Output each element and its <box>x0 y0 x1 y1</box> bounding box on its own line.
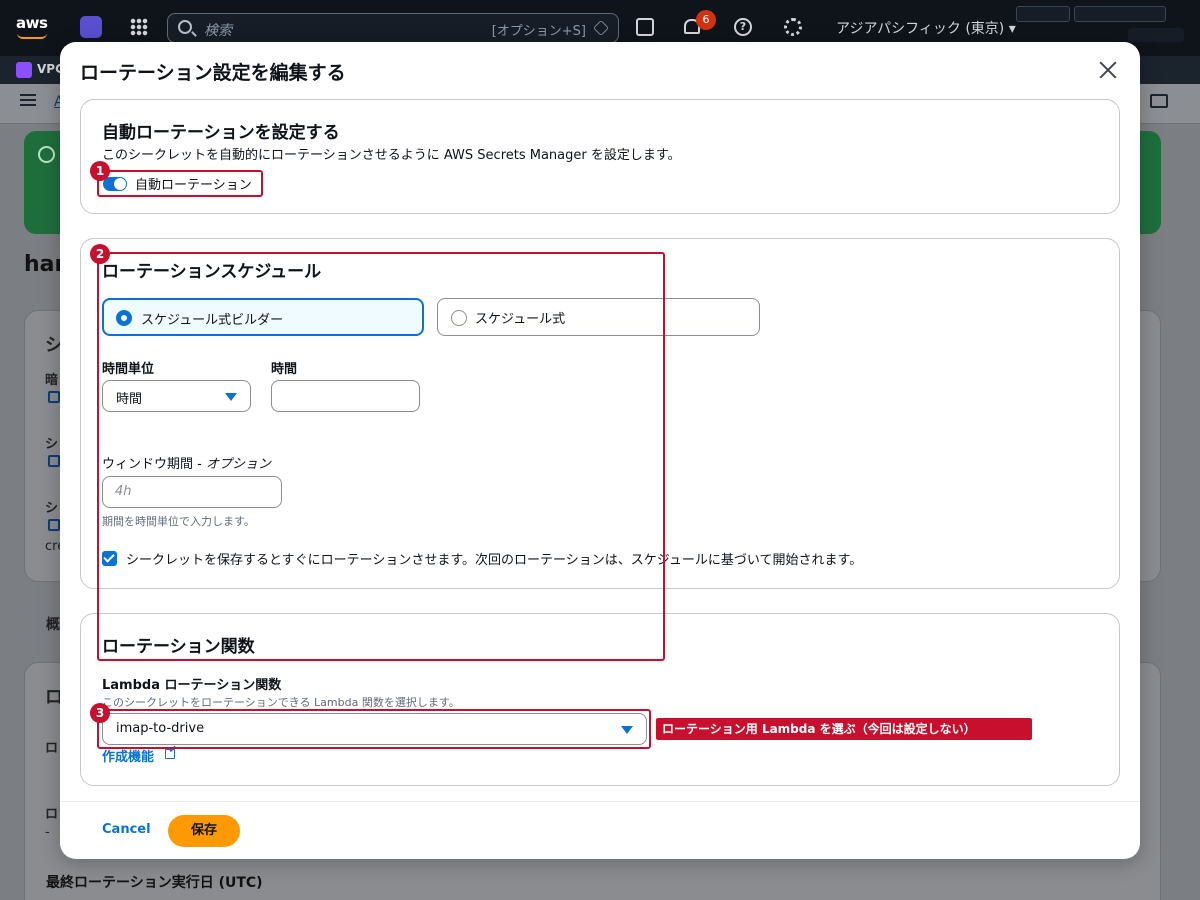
lambda-function-select[interactable]: imap-to-drive <box>102 713 647 745</box>
close-icon[interactable] <box>1096 58 1120 82</box>
auto-rotation-section: 自動ローテーションを設定する このシークレットを自動的にローテーションさせるよう… <box>80 99 1120 214</box>
detail-label: シ <box>45 501 59 516</box>
copy-icon[interactable] <box>48 455 60 467</box>
time-unit-label: 時間単位 <box>102 362 155 377</box>
region-selector[interactable]: アジアパシフィック (東京) ▾ <box>836 18 1016 38</box>
rotation-function-section: ローテーション関数 Lambda ローテーション関数 このシークレットをローテー… <box>80 613 1120 786</box>
annotation-number-3: 3 <box>90 703 110 723</box>
lambda-function-hint: このシークレットをローテーションできる Lambda 関数を選択します。 <box>102 696 460 709</box>
chevron-down-icon <box>621 726 633 734</box>
notification-count-badge: 6 <box>696 10 716 30</box>
window-label-text: ウィンドウ期間 - <box>102 457 206 472</box>
search-shortcut: [オプション+S] <box>491 24 586 39</box>
account-id-redacted[interactable] <box>1074 6 1166 22</box>
annotation-note-3: ローテーション用 Lambda を選ぶ（今回は設定しない） <box>656 718 1032 740</box>
auto-rotation-toggle[interactable] <box>103 177 127 191</box>
account-redacted[interactable] <box>1016 6 1070 22</box>
save-button[interactable]: 保存 <box>168 815 240 847</box>
window-placeholder: 4h <box>115 484 132 499</box>
copy-icon[interactable] <box>48 519 60 531</box>
last-rotation-label: 最終ローテーション実行日 (UTC) <box>46 875 263 891</box>
detail-label: ロ <box>45 807 59 822</box>
shortcut-icon <box>593 20 609 36</box>
annotation-number-2: 2 <box>90 244 110 264</box>
radio-unselected[interactable] <box>451 310 467 326</box>
detail-label: 暗 <box>45 373 59 388</box>
secrets-manager-icon[interactable] <box>80 16 102 38</box>
rotation-function-heading: ローテーション関数 <box>102 637 255 657</box>
rotation-schedule-heading: ローテーションスケジュール <box>102 262 322 282</box>
create-function-link[interactable]: 作成機能 <box>102 746 154 765</box>
cloudshell-icon[interactable] <box>636 18 654 36</box>
hours-label: 時間 <box>271 362 298 377</box>
auto-rotation-toggle-label[interactable]: 自動ローテーション <box>135 174 252 193</box>
success-check-icon <box>38 146 55 163</box>
detail-value: - <box>45 825 50 840</box>
search-placeholder: 検索 <box>204 23 232 39</box>
schedule-builder-option[interactable]: スケジュール式ビルダー <box>102 298 424 336</box>
tab-overview[interactable]: 概 <box>46 614 60 634</box>
hours-input[interactable] <box>271 380 420 412</box>
services-grid-icon[interactable] <box>130 18 148 36</box>
lambda-function-value: imap-to-drive <box>116 721 205 736</box>
detail-label: ロ <box>45 741 59 756</box>
account-secondary-redacted <box>1128 28 1184 42</box>
footer-divider <box>60 801 1140 802</box>
window-hint: 期間を時間単位で入力します。 <box>102 515 255 528</box>
external-link-icon <box>165 749 175 759</box>
auto-rotation-heading: 自動ローテーションを設定する <box>102 123 340 143</box>
cancel-button[interactable]: Cancel <box>102 822 151 837</box>
help-icon[interactable]: ? <box>734 18 752 36</box>
time-unit-value: 時間 <box>116 392 143 407</box>
lambda-function-label: Lambda ローテーション関数 <box>102 678 282 693</box>
global-search[interactable]: 検索 [オプション+S] <box>167 13 619 43</box>
copy-icon[interactable] <box>48 391 60 403</box>
detail-label: シ <box>45 437 59 452</box>
feedback-icon[interactable] <box>1150 94 1168 108</box>
modal-title: ローテーション設定を編集する <box>80 62 346 84</box>
menu-icon[interactable] <box>20 94 36 106</box>
rotate-immediately-checkbox[interactable] <box>102 551 117 566</box>
schedule-builder-label: スケジュール式ビルダー <box>141 313 284 328</box>
rotate-immediately-label[interactable]: シークレットを保存するとすぐにローテーションさせます。次回のローテーションは、ス… <box>126 549 862 568</box>
rotation-schedule-section: ローテーションスケジュール スケジュール式ビルダー スケジュール式 時間単位 時… <box>80 238 1120 589</box>
aws-logo[interactable]: aws <box>16 14 48 32</box>
settings-gear-icon[interactable] <box>784 18 802 36</box>
annotation-number-1: 1 <box>90 161 110 181</box>
schedule-expression-label: スケジュール式 <box>475 312 566 327</box>
window-label-optional: オプション <box>205 457 271 472</box>
time-unit-select[interactable]: 時間 <box>102 380 251 412</box>
vpc-icon <box>16 62 32 78</box>
window-duration-input[interactable]: 4h <box>102 476 282 508</box>
search-icon <box>178 20 192 34</box>
auto-rotation-description: このシークレットを自動的にローテーションさせるように AWS Secrets M… <box>102 148 681 163</box>
radio-selected[interactable] <box>116 310 132 326</box>
aws-smile-icon <box>17 33 47 39</box>
schedule-expression-option[interactable]: スケジュール式 <box>437 298 760 336</box>
chevron-down-icon <box>225 393 237 401</box>
window-label: ウィンドウ期間 - オプション <box>102 453 271 472</box>
